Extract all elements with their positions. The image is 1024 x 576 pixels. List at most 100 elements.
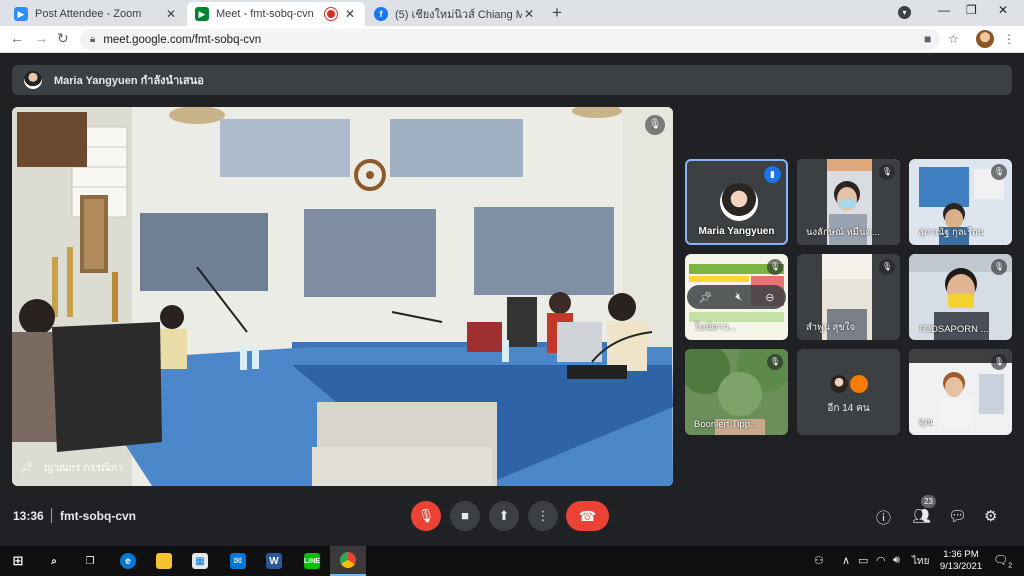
search-button[interactable]: ⌕ [36,546,72,576]
mic-off-icon: 🎙︎ [991,164,1007,180]
main-video-name: ญาณกร กรรณิกา [43,462,124,474]
system-clock[interactable]: 1:36 PM 9/13/2021 [938,549,984,573]
mic-off-icon: 🎙︎ [767,259,783,275]
participant-name: TODSAPORN ... [918,324,989,335]
mic-off-icon: 🎙︎ [417,508,435,523]
zoom-icon: ▶ [14,7,28,21]
pin-icon[interactable]: 📌︎ [20,461,34,474]
chat-icon[interactable]: 💬︎ [948,507,967,525]
edge-icon: e [120,553,136,569]
participant-tile-maria[interactable]: ▮ Maria Yangyuen [685,159,788,245]
participant-tile-nonglak[interactable]: 🎙︎ นงลักษณ์ หมื่นค... [797,159,900,245]
activities-icon[interactable]: ⚙ [984,507,997,525]
google-meet-icon: ▶ [195,7,209,21]
present-screen-button[interactable]: ⬆ [489,501,519,531]
store-app[interactable]: ▦ [182,546,218,576]
more-options-button[interactable]: ⋮ [528,501,558,531]
main-video[interactable]: 🎙︎ 📌︎ ญาณกร กรรณิกา [12,107,673,486]
tab-meet[interactable]: ▶ Meet - fmt-sobq-cvn ✕ [187,2,365,26]
store-icon: ▦ [192,553,208,569]
presenter-avatar [24,71,42,89]
chrome-menu-icon[interactable]: ⋮ [1003,32,1015,46]
back-icon[interactable]: ← [10,30,24,46]
mail-icon: ✉ [230,553,246,569]
folder-icon [156,553,172,569]
mail-app[interactable]: ✉ [220,546,256,576]
participant-name: คุณ [918,417,934,428]
line-icon: LINE [304,553,320,569]
mic-off-icon: 🎙︎ [879,259,895,275]
participant-name: โบน์ดาว... [694,322,737,333]
people-icon[interactable]: 👥︎ [912,507,931,525]
notification-count: 2 [1008,562,1013,570]
facebook-icon: f [374,7,388,21]
close-tab-icon[interactable]: ✕ [343,7,357,21]
tab-facebook[interactable]: f (5) เชียงใหม่นิวส์ Chiang Mai News ✕ [366,2,544,26]
participant-tile-todsaporn[interactable]: 🎙︎ TODSAPORN ... [909,254,1012,340]
mute-for-me-icon[interactable]: 🔇︎ [735,291,742,304]
file-explorer-app[interactable] [146,546,182,576]
meeting-details-icon[interactable]: ⓘ [876,507,891,528]
clock-time: 1:36 PM [943,549,979,560]
presenter-text: Maria Yangyuen กำลังนำเสนอ [54,75,204,87]
reload-icon[interactable]: ↻ [57,30,69,47]
chrome-icon [340,552,356,568]
show-hidden-icons-icon[interactable]: ∧ [842,554,850,567]
leave-call-button[interactable]: ☎︎ [566,501,609,531]
task-view-button[interactable]: ❐ [72,546,108,576]
camera-toggle-button[interactable]: ■ [450,501,480,531]
restore-icon[interactable]: ❐ [966,3,977,17]
new-tab-icon[interactable]: + [552,3,562,23]
browser-tab-strip: ▶ Post Attendee - Zoom ✕ ▶ Meet - fmt-so… [0,0,1024,26]
participant-avatar [720,183,758,221]
chrome-app[interactable] [330,546,366,576]
participant-avatar [830,375,848,393]
mic-off-icon: 🎙︎ [879,164,895,180]
start-button[interactable]: ⊞ [0,546,36,576]
volume-icon[interactable]: 🔊︎ [893,554,900,567]
forward-icon[interactable]: → [34,30,48,46]
word-app[interactable]: W [256,546,292,576]
minimize-icon[interactable]: — [938,3,950,17]
tab-search-icon[interactable]: ▾ [898,6,911,19]
presenter-banner: Maria Yangyuen กำลังนำเสนอ [12,65,1012,95]
wifi-icon[interactable]: ◠ [876,554,886,567]
meeting-code[interactable]: fmt-sobq-cvn [60,509,136,523]
bookmark-star-icon[interactable]: ☆ [948,32,959,46]
participant-name: สุภาณัฐ กุลเรือน [918,227,985,238]
tile-hover-controls: 📌︎ 🔇︎ ⊖ [687,285,786,309]
participant-tile-screen[interactable]: 🎙︎ 📌︎ 🔇︎ ⊖ โบน์ดาว... [685,254,788,340]
call-end-icon: ☎︎ [578,508,597,524]
tab-title: (5) เชียงใหม่นิวส์ Chiang Mai News [395,9,522,21]
action-center-icon[interactable]: 🗨︎2 [993,553,1012,569]
tab-zoom[interactable]: ▶ Post Attendee - Zoom ✕ [6,2,186,26]
input-language[interactable]: ไทย [912,554,929,569]
close-window-icon[interactable]: ✕ [998,3,1008,17]
edge-app[interactable]: e [110,546,146,576]
address-bar[interactable]: 🔒︎ meet.google.com/fmt-sobq-cvn [80,29,940,50]
battery-icon[interactable]: ▭ [858,554,868,567]
participant-name: Boonlert Tipp... [694,419,758,430]
people-tray-icon[interactable]: ⚇ [814,554,824,567]
participant-tile-sampoon[interactable]: 🎙︎ สำพูน สุขใจ [797,254,900,340]
camera-in-use-icon[interactable]: ■ [924,32,931,46]
participant-tile-boonlert[interactable]: 🎙︎ Boonlert Tipp... [685,349,788,435]
microphone-toggle-button[interactable]: 🎙︎ [411,501,441,531]
mic-off-icon: 🎙︎ [991,259,1007,275]
remove-icon[interactable]: ⊖ [765,291,774,304]
lock-icon[interactable]: 🔒︎ [90,34,95,45]
divider [51,508,52,523]
pin-icon[interactable]: 📌︎ [698,291,712,304]
close-tab-icon[interactable]: ✕ [522,7,536,21]
search-icon: ⌕ [51,555,57,567]
participant-tile-supanat[interactable]: 🎙︎ สุภาณัฐ กุลเรือน [909,159,1012,245]
tab-title: Post Attendee - Zoom [35,8,142,20]
participant-tile-self[interactable]: 🎙︎ คุณ [909,349,1012,435]
profile-avatar[interactable] [976,30,994,48]
mic-off-icon: 🎙︎ [767,354,783,370]
participant-tile-more[interactable]: อีก 14 คน [797,349,900,435]
meeting-room-video [12,107,673,486]
line-app[interactable]: LINE [294,546,330,576]
close-tab-icon[interactable]: ✕ [164,7,178,21]
meeting-clock: 13:36 [13,509,44,523]
